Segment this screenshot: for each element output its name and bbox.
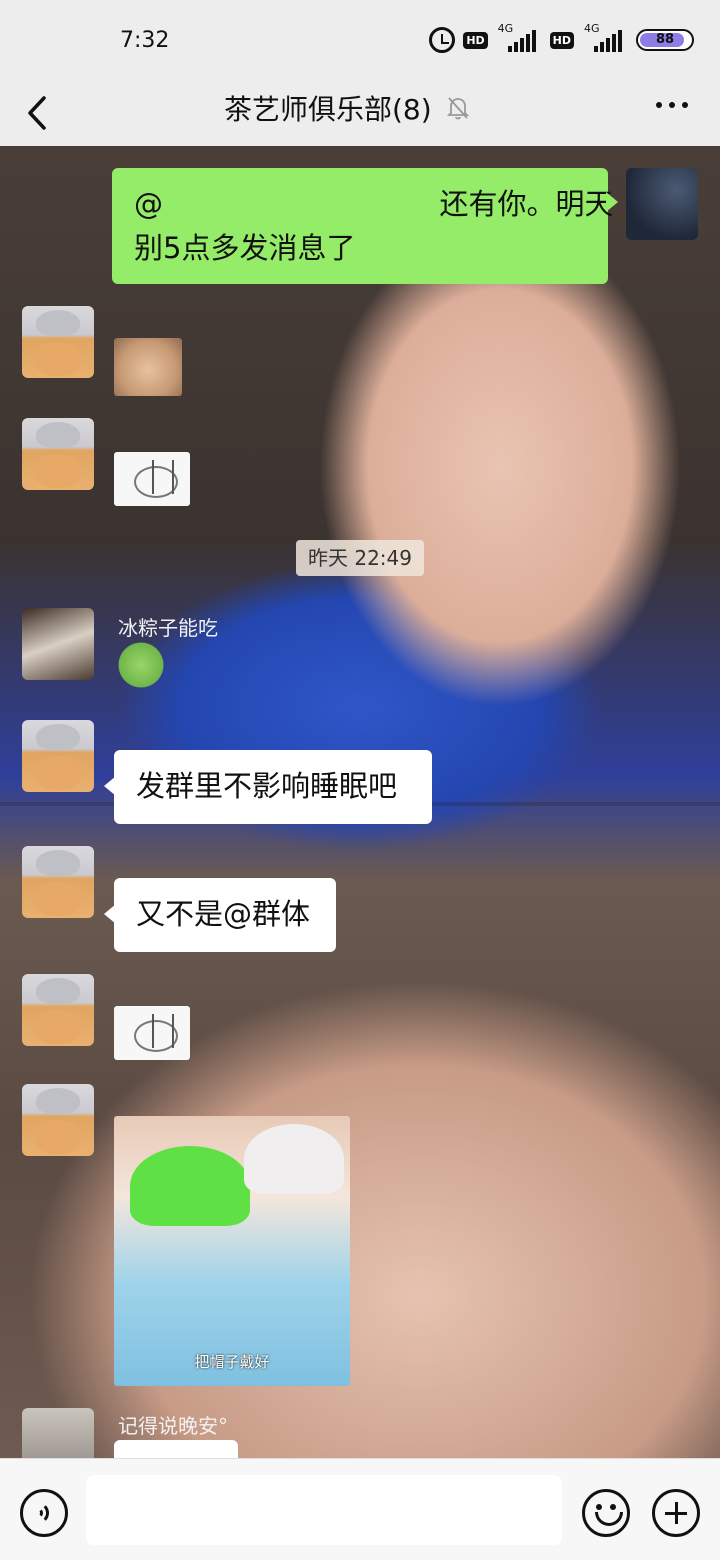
- green-cap: [130, 1146, 250, 1226]
- message-bubble-incoming[interactable]: 又不是@群体: [104, 878, 336, 952]
- sender-avatar[interactable]: [22, 720, 94, 792]
- white-cap: [244, 1124, 344, 1194]
- sticker-grumpy-cat[interactable]: [114, 338, 182, 396]
- sender-avatar[interactable]: [22, 1084, 94, 1156]
- chat-title-group: 茶艺师俱乐部(8): [224, 88, 470, 128]
- sticker-sketch-cat[interactable]: [114, 452, 190, 506]
- hd-badge: HD: [463, 31, 488, 49]
- sticker-sketch-cat[interactable]: [114, 1006, 190, 1060]
- back-icon[interactable]: [24, 90, 64, 136]
- timestamp: 昨天 22:49: [296, 540, 424, 576]
- image-anime-cap[interactable]: 把帽子戴好: [114, 1116, 350, 1386]
- battery-percent: 88: [655, 32, 675, 47]
- sender-avatar[interactable]: [22, 846, 94, 918]
- signal-icon-2: 4G: [582, 22, 628, 54]
- sender-avatar[interactable]: [22, 1408, 94, 1458]
- alarm-icon: [429, 27, 456, 53]
- message-text-line: 别5点多发消息了: [134, 231, 356, 265]
- sender-nickname: 记得说晚安°: [118, 1414, 228, 1438]
- signal-icon: 4G: [496, 22, 542, 54]
- more-icon[interactable]: [656, 102, 688, 108]
- chat-messages[interactable]: @ 还有你。明天 别5点多发消息了 昨天 22:49 冰粽子能吃 发群里不影响睡…: [0, 146, 720, 1458]
- message-bubble-incoming[interactable]: 发群里不影响睡眠吧: [104, 750, 432, 824]
- sender-avatar[interactable]: [22, 418, 94, 490]
- mute-bell-icon: [446, 97, 469, 120]
- sender-avatar[interactable]: [22, 306, 94, 378]
- message-input[interactable]: [86, 1475, 562, 1545]
- status-icons: HD 4G HD 4G 88: [429, 22, 694, 54]
- status-bar: 7:32 HD 4G HD 4G 88: [0, 0, 720, 80]
- sender-nickname: 冰粽子能吃: [118, 616, 218, 640]
- sticker-green-frog[interactable]: [114, 640, 168, 690]
- message-text-line: @ 还有你。明天: [134, 187, 614, 221]
- chat-title: 茶艺师俱乐部(8): [224, 93, 432, 126]
- battery-icon: 88: [636, 29, 694, 51]
- clock: 7:32: [120, 28, 170, 53]
- sender-avatar[interactable]: [22, 608, 94, 680]
- my-avatar[interactable]: [626, 168, 698, 240]
- hd-badge-2: HD: [549, 31, 574, 49]
- plus-icon[interactable]: [652, 1489, 700, 1537]
- input-bar: [0, 1458, 720, 1560]
- voice-icon[interactable]: [20, 1489, 68, 1537]
- image-caption: 把帽子戴好: [194, 1353, 270, 1371]
- chat-header: 茶艺师俱乐部(8): [0, 80, 720, 146]
- sender-avatar[interactable]: [22, 974, 94, 1046]
- message-bubble-outgoing[interactable]: @ 还有你。明天 别5点多发消息了: [112, 168, 618, 284]
- message-bubble-incoming[interactable]: [114, 1440, 238, 1458]
- emoji-icon[interactable]: [582, 1489, 630, 1537]
